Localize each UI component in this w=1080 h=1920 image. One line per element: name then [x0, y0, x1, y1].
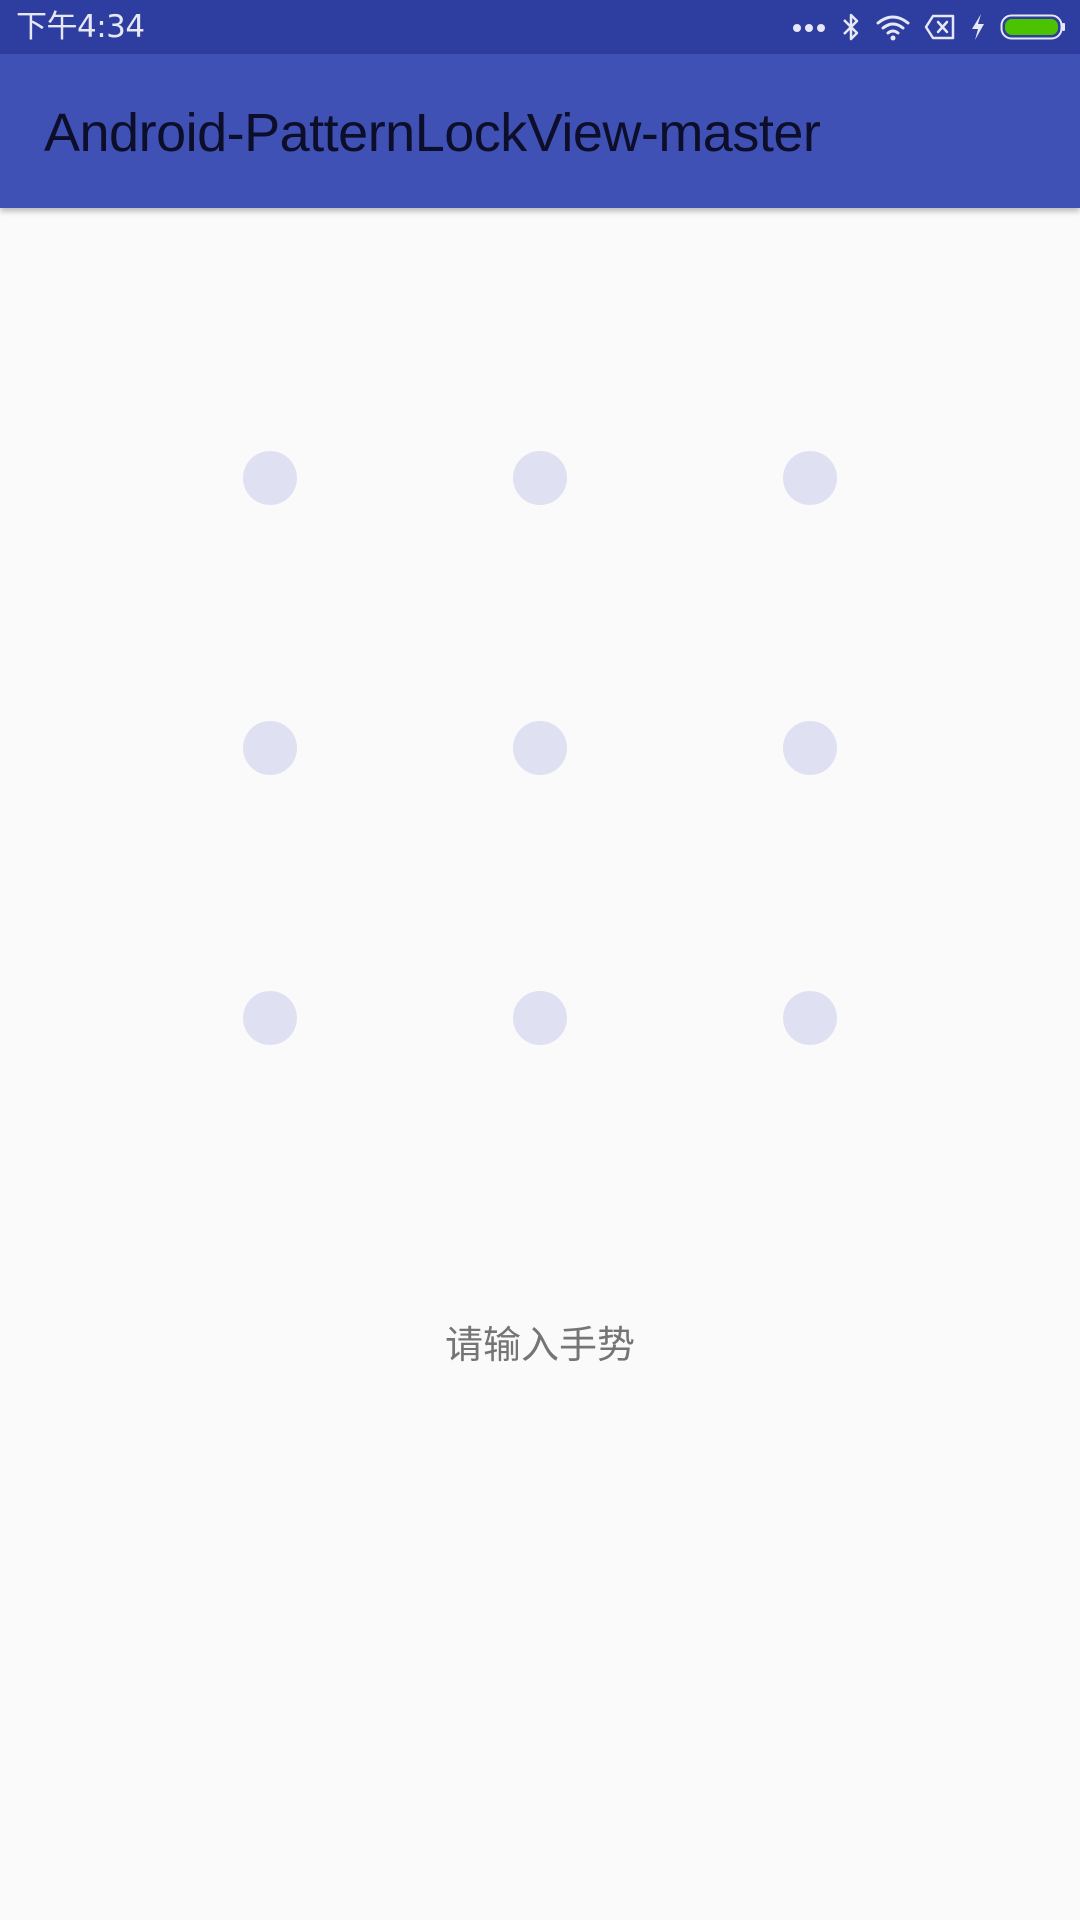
pattern-dot-3[interactable] [783, 451, 837, 505]
wifi-icon [876, 13, 910, 41]
app-bar: Android-PatternLockView-master [0, 54, 1080, 208]
pattern-dot-9[interactable] [783, 991, 837, 1045]
pattern-dot-7[interactable] [243, 991, 297, 1045]
app-title: Android-PatternLockView-master [44, 103, 821, 163]
status-icons [778, 10, 1066, 44]
bluetooth-icon [840, 12, 862, 42]
pattern-dot-5[interactable] [513, 721, 567, 775]
no-sim-icon [924, 13, 956, 41]
pattern-dot-6[interactable] [783, 721, 837, 775]
status-time: 下午4:34 [16, 9, 145, 45]
pattern-dot-2[interactable] [513, 451, 567, 505]
pattern-lock-view[interactable] [0, 0, 1080, 1920]
status-bar: 下午4:34 [0, 0, 1080, 54]
pattern-hint-text: 请输入手势 [444, 1323, 635, 1367]
pattern-dot-4[interactable] [243, 721, 297, 775]
charging-icon [970, 13, 986, 41]
pattern-dot-8[interactable] [513, 991, 567, 1045]
battery-icon [1000, 13, 1066, 41]
pattern-dot-1[interactable] [243, 451, 297, 505]
more-dots-icon [792, 21, 826, 33]
